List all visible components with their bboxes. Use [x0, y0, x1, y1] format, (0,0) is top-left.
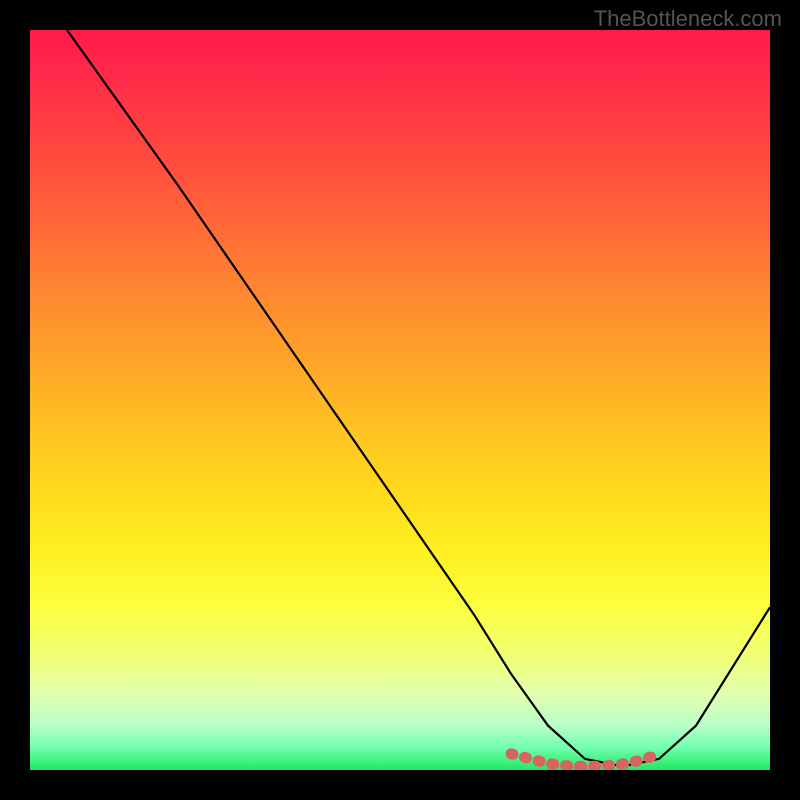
- chart-svg: [30, 30, 770, 770]
- plot-area: [30, 30, 770, 770]
- main-curve: [67, 30, 770, 766]
- watermark-text: TheBottleneck.com: [594, 6, 782, 32]
